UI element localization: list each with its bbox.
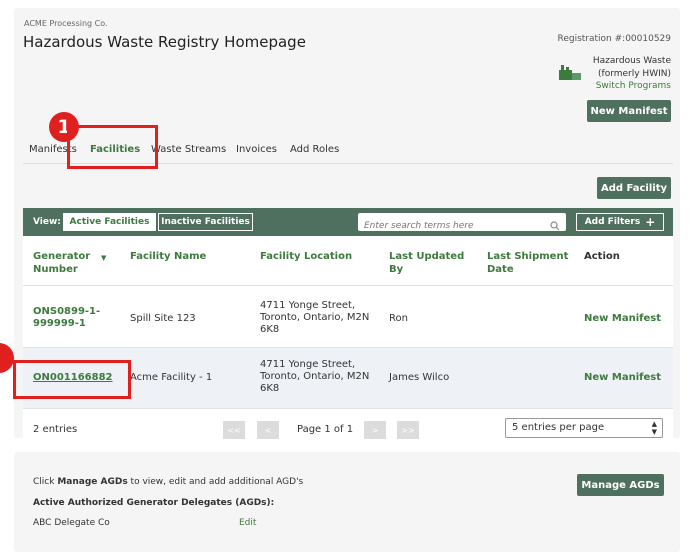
column-generator-number[interactable]: Generator Number [33, 250, 90, 276]
delegate-name: ABC Delegate Co [33, 518, 110, 528]
new-manifest-button[interactable]: New Manifest [587, 100, 671, 122]
previous-page-button[interactable]: < [257, 421, 279, 439]
manage-agds-button[interactable]: Manage AGDs [577, 474, 664, 496]
new-manifest-link[interactable]: New Manifest [584, 372, 661, 383]
program-former-name: (formerly HWIN) [598, 69, 671, 79]
select-arrows-icon: ▲ ▼ [651, 420, 657, 436]
active-facilities-toggle[interactable]: Active Facilities [63, 213, 156, 231]
callout-badge-2 [0, 343, 14, 373]
column-last-updated-by[interactable]: Last Updated By [389, 250, 464, 276]
agd-heading: Active Authorized Generator Delegates (A… [33, 498, 275, 508]
search-box[interactable] [358, 213, 566, 234]
entries-per-page-value: 5 entries per page [512, 422, 605, 433]
facility-location: 4711 Yonge Street, Toronto, Ontario, M2N… [260, 300, 370, 335]
column-last-shipment-date[interactable]: Last Shipment Date [487, 250, 568, 276]
facility-name: Spill Site 123 [130, 313, 196, 324]
add-facility-button[interactable]: Add Facility [597, 177, 671, 199]
last-updated-by: James Wilco [389, 372, 450, 383]
add-filters-label: Add Filters [584, 217, 641, 227]
view-label: View: [33, 217, 61, 227]
plus-icon: + [645, 215, 656, 229]
page-indicator: Page 1 of 1 [297, 424, 354, 435]
new-manifest-link[interactable]: New Manifest [584, 313, 661, 324]
entries-count: 2 entries [33, 424, 78, 435]
facility-location: 4711 Yonge Street, Toronto, Ontario, M2N… [260, 359, 370, 394]
facility-name: Acme Facility - 1 [130, 372, 213, 383]
next-page-button[interactable]: > [364, 421, 386, 439]
tab-waste-streams[interactable]: Waste Streams [151, 144, 226, 155]
factory-icon [558, 63, 582, 81]
facilities-tab-highlight [67, 125, 158, 169]
entries-per-page-select[interactable]: 5 entries per page ▲ ▼ [505, 418, 663, 438]
generator-number-highlight [13, 360, 131, 399]
last-page-button[interactable]: >> [397, 421, 419, 439]
inactive-facilities-toggle[interactable]: Inactive Facilities [158, 213, 253, 231]
tab-add-roles[interactable]: Add Roles [290, 144, 339, 155]
last-updated-by: Ron [389, 313, 408, 324]
generator-number-link[interactable]: ONS0899-1- 999999-1 [33, 306, 100, 330]
edit-delegate-link[interactable]: Edit [239, 518, 256, 528]
tab-invoices[interactable]: Invoices [236, 144, 277, 155]
column-facility-name[interactable]: Facility Name [130, 250, 206, 263]
sort-desc-icon[interactable]: ▼ [101, 254, 106, 262]
search-icon[interactable] [550, 216, 560, 235]
page-title: Hazardous Waste Registry Homepage [23, 33, 306, 51]
company-name: ACME Processing Co. [24, 19, 108, 28]
switch-programs-link[interactable]: Switch Programs [596, 81, 671, 91]
header-divider [23, 285, 673, 286]
first-page-button[interactable]: << [223, 421, 245, 439]
column-action: Action [584, 251, 620, 262]
search-input[interactable] [358, 218, 544, 234]
agd-instructions: Click Manage AGDs to view, edit and add … [33, 477, 304, 487]
add-filters-button[interactable]: Add Filters + [576, 213, 664, 231]
program-name: Hazardous Waste [592, 56, 671, 66]
registration-number: Registration #:00010529 [557, 34, 671, 44]
column-facility-location[interactable]: Facility Location [260, 250, 352, 263]
